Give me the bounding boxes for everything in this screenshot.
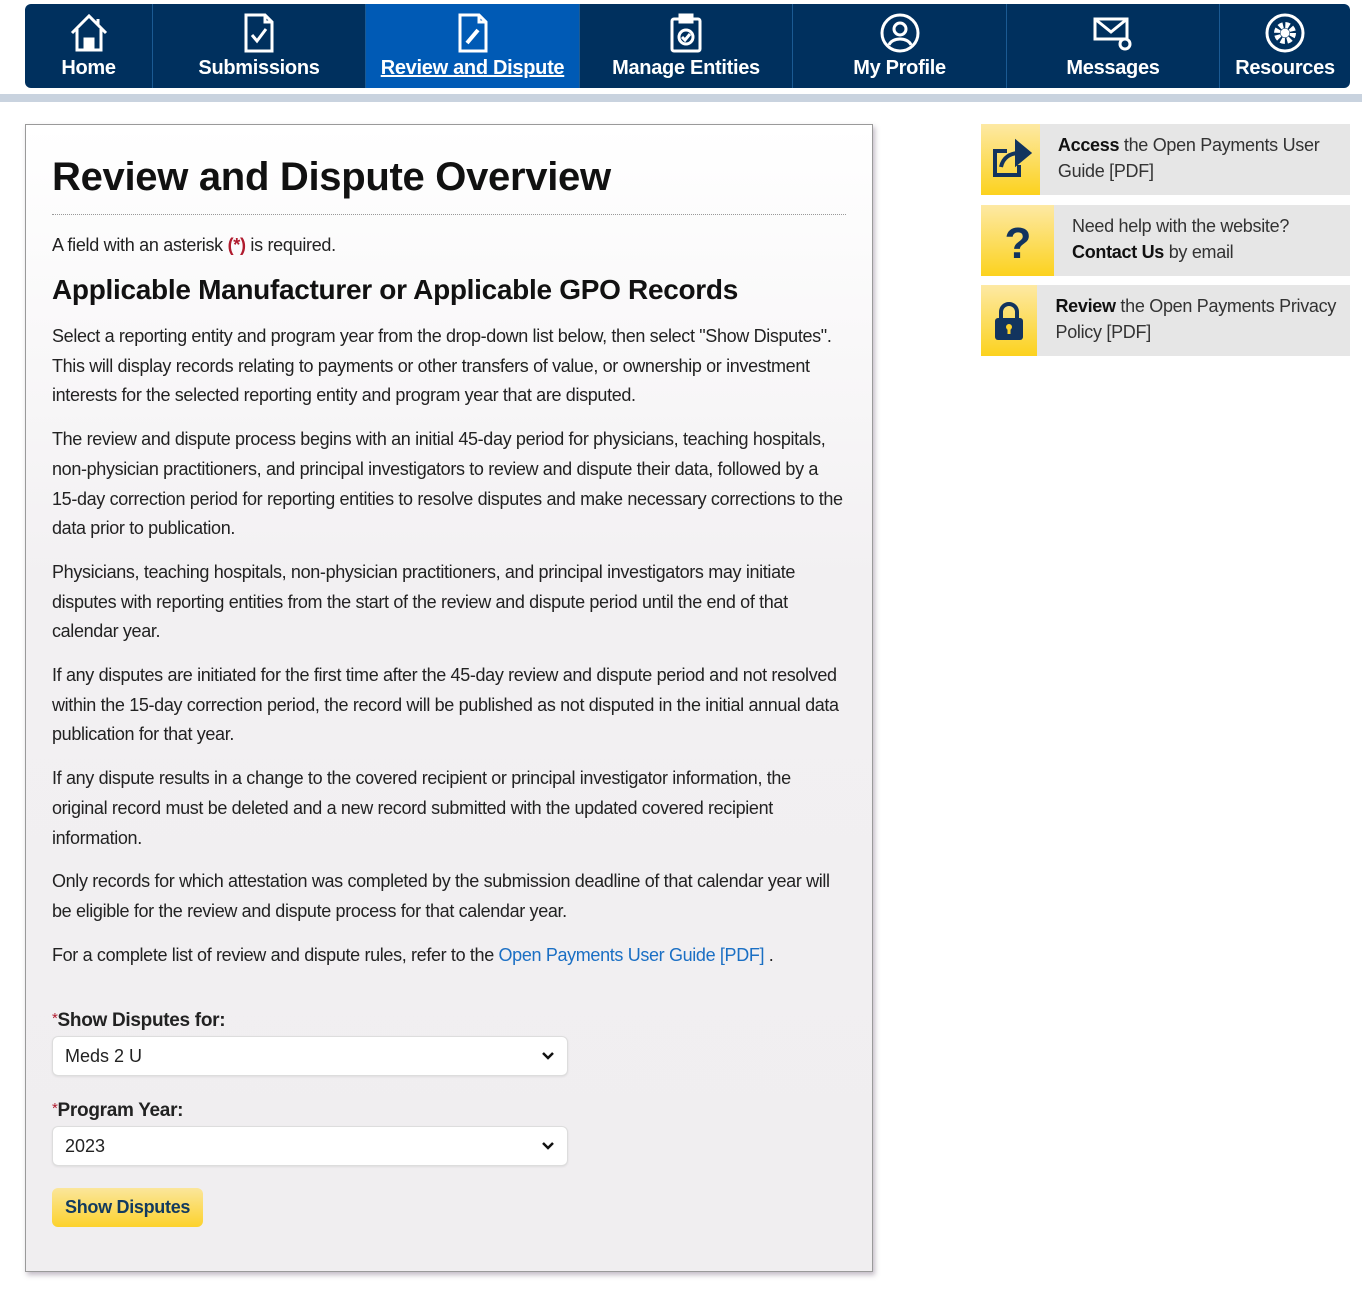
privacy-policy-text: Review the Open Payments Privacy Policy … <box>1037 285 1350 356</box>
clipboard-check-icon <box>670 13 702 53</box>
entity-select-value: Meds 2 U <box>65 1045 143 1066</box>
share-icon <box>993 138 1033 177</box>
required-note: A field with an asterisk (*) is required… <box>52 235 846 256</box>
entity-label: *Show Disputes for: <box>52 1010 846 1032</box>
year-label-text: Program Year: <box>57 1100 184 1122</box>
nav-label: Submissions <box>198 57 320 79</box>
paragraph: Physicians, teaching hospitals, non-phys… <box>52 561 796 642</box>
document-edit-icon <box>458 13 487 53</box>
nav-label: My Profile <box>853 57 946 79</box>
review-dispute-card: Review and Dispute Overview A field with… <box>25 124 873 1272</box>
nav-label: Home <box>61 57 116 79</box>
paragraph: Only records for which attestation was c… <box>52 871 830 921</box>
rules-text: For a complete list of review and disput… <box>52 944 499 965</box>
lock-icon-box <box>981 285 1038 356</box>
contact-us-box[interactable]: ? Need help with the website? Contact Us… <box>981 205 1350 276</box>
contact-us-bold: Contact Us <box>1072 242 1165 262</box>
year-label: *Program Year: <box>52 1100 846 1122</box>
gear-icon <box>1265 13 1305 53</box>
paragraph: If any dispute results in a change to th… <box>52 768 791 848</box>
nav-label: Manage Entities <box>612 57 760 79</box>
nav-submissions[interactable]: Submissions <box>153 4 366 88</box>
rules-paragraph: For a complete list of review and disput… <box>52 941 846 971</box>
envelope-icon <box>1093 17 1132 51</box>
main-nav: Home Submissions Review and Dispute Mana… <box>25 4 1350 88</box>
section-title: Applicable Manufacturer or Applicable GP… <box>52 274 738 305</box>
nav-my-profile[interactable]: My Profile <box>793 4 1007 88</box>
show-disputes-button[interactable]: Show Disputes <box>52 1188 204 1228</box>
rules-text-end: . <box>764 944 774 965</box>
svg-text:?: ? <box>1004 219 1031 264</box>
contact-us-rest: by email <box>1164 242 1234 262</box>
nav-messages[interactable]: Messages <box>1007 4 1220 88</box>
chevron-down-icon <box>542 1052 554 1061</box>
nav-resources[interactable]: Resources <box>1220 4 1350 88</box>
paragraph: Select a reporting entity and program ye… <box>52 326 832 406</box>
user-circle-icon <box>880 13 919 53</box>
paragraph: The review and dispute process begins wi… <box>52 429 843 539</box>
chevron-down-icon <box>542 1142 554 1151</box>
user-guide-bold: Access <box>1057 135 1120 155</box>
nav-label: Messages <box>1066 57 1160 79</box>
paragraph: If any disputes are initiated for the fi… <box>52 665 839 745</box>
nav-label: Resources <box>1235 57 1335 79</box>
question-icon-box: ? <box>981 205 1054 276</box>
user-guide-text: Access the Open Payments User Guide [PDF… <box>1040 124 1350 195</box>
entity-label-text: Show Disputes for: <box>57 1010 226 1032</box>
required-note-text: is required. <box>245 235 336 255</box>
home-icon <box>70 13 107 52</box>
nav-divider <box>0 94 1362 102</box>
required-note-text: A field with an asterisk <box>52 235 228 255</box>
program-year-value: 2023 <box>65 1135 106 1156</box>
program-year-select[interactable]: 2023 <box>52 1126 568 1167</box>
user-guide-link-box[interactable]: Access the Open Payments User Guide [PDF… <box>981 124 1350 195</box>
nav-home[interactable]: Home <box>25 4 153 88</box>
page-title: Review and Dispute Overview <box>52 155 846 215</box>
contact-us-text: Need help with the website? Contact Us b… <box>1054 205 1289 276</box>
contact-us-lead: Need help with the website? <box>1072 216 1290 236</box>
document-check-icon <box>244 13 274 53</box>
nav-label: Review and Dispute <box>380 57 565 79</box>
privacy-policy-box[interactable]: Review the Open Payments Privacy Policy … <box>981 285 1350 356</box>
question-icon: ? <box>1004 219 1031 264</box>
user-guide-link[interactable]: Open Payments User Guide [PDF] <box>499 945 765 965</box>
privacy-bold: Review <box>1055 296 1116 316</box>
nav-review-and-dispute[interactable]: Review and Dispute <box>366 4 580 88</box>
required-asterisk: (*) <box>227 235 246 255</box>
share-icon-box <box>981 124 1040 195</box>
entity-select[interactable]: Meds 2 U <box>52 1036 568 1077</box>
lock-icon <box>995 301 1024 340</box>
nav-manage-entities[interactable]: Manage Entities <box>580 4 793 88</box>
